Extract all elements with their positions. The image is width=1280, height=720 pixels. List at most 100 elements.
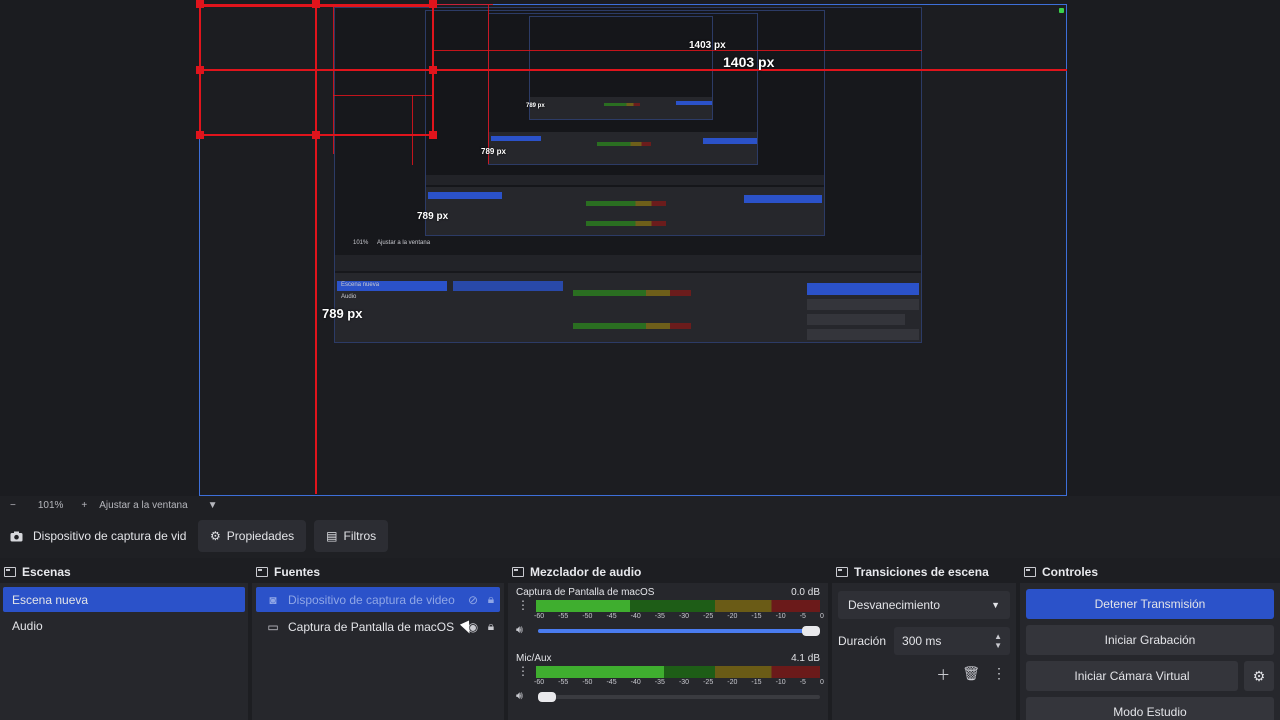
zoom-out-button[interactable]: − <box>10 500 16 511</box>
filters-button[interactable]: ▤ Filtros <box>314 520 389 552</box>
duration-spinbox[interactable]: 300 ms ▲ ▼ <box>894 627 1010 655</box>
start-virtual-camera-button[interactable]: Iniciar Cámara Virtual <box>1026 661 1238 691</box>
channel-db: 0.0 dB <box>791 587 820 598</box>
resize-handle[interactable] <box>429 66 437 74</box>
fit-window-button[interactable]: Ajustar a la ventana <box>99 500 187 511</box>
resize-handle[interactable] <box>312 0 320 8</box>
dock-icon[interactable] <box>256 567 268 577</box>
controls-title: Controles <box>1042 565 1099 579</box>
nested-meter <box>586 221 666 226</box>
obs-window: Escena nueva Audio 101% Ajustar a la ven… <box>0 0 1280 720</box>
zoom-level: 101% <box>37 499 64 511</box>
scene-label: Audio <box>12 618 43 633</box>
width-measure-label: 1403 px <box>723 54 775 70</box>
guide-line <box>333 4 334 154</box>
volume-slider[interactable] <box>537 625 820 636</box>
channel-name: Captura de Pantalla de macOS <box>516 587 655 598</box>
scene-item[interactable]: Audio <box>3 613 245 638</box>
properties-button[interactable]: ⚙ Propiedades <box>198 520 307 552</box>
nested-source-toolbar <box>335 255 921 271</box>
add-icon[interactable]: ＋ <box>936 665 950 685</box>
preview-canvas[interactable]: Escena nueva Audio 101% Ajustar a la ven… <box>199 4 1067 496</box>
sources-dock: Fuentes ◙ Dispositivo de captura de vide… <box>252 561 504 720</box>
resize-handle[interactable] <box>312 131 320 139</box>
controls-dock: Controles Detener Transmisión Iniciar Gr… <box>1020 561 1280 720</box>
speaker-icon[interactable]: 🔊︎ <box>516 624 532 637</box>
scene-item[interactable]: Escena nueva <box>3 587 245 612</box>
scenes-dock-title: Escenas <box>0 561 248 583</box>
tick-label: -50 <box>582 679 593 686</box>
speaker-icon[interactable]: 🔊︎ <box>516 690 532 703</box>
nested-control-button <box>807 329 919 340</box>
start-recording-button[interactable]: Iniciar Grabación <box>1026 625 1274 655</box>
slider-fill <box>537 628 820 633</box>
slider-thumb[interactable] <box>537 691 556 702</box>
dock-icon[interactable] <box>512 567 524 577</box>
nested-meter <box>573 323 691 329</box>
kebab-menu-icon[interactable]: ⋮ <box>992 665 1006 685</box>
mixer-channel: Mic/Aux 4.1 dB ⋮ -60 -55 -50 -45 -40 -35 -30 -2… <box>508 649 828 703</box>
nested-source-selected <box>453 281 563 291</box>
transitions-dock-title: Transiciones de escena <box>832 561 1016 583</box>
meter-level <box>535 666 664 678</box>
nested-scene-selected <box>428 192 502 199</box>
dock-icon[interactable] <box>1024 567 1036 577</box>
duration-label: Duración <box>838 634 887 648</box>
tick-label: -30 <box>678 613 690 620</box>
nested-meter <box>573 290 691 296</box>
lock-icon[interactable]: 🔒︎ <box>482 592 500 607</box>
source-item[interactable]: ◙ Dispositivo de captura de video ⊘ 🔒︎ <box>256 587 500 612</box>
tick-label: -40 <box>630 613 641 620</box>
guide-line <box>333 95 433 96</box>
selected-source: Dispositivo de captura de vid <box>10 529 190 543</box>
transition-selected: Desvanecimiento <box>848 598 941 612</box>
tick-label: -40 <box>630 679 641 686</box>
spin-arrows-icon[interactable]: ▲ ▼ <box>994 632 1002 650</box>
filters-icon: ▤ <box>326 529 338 543</box>
guide-line <box>315 4 317 494</box>
tick-label: -5 <box>799 613 806 620</box>
tick-label: -60 <box>534 613 545 620</box>
nested-scene-selected <box>491 136 541 141</box>
studio-mode-button[interactable]: Modo Estudio <box>1026 697 1274 720</box>
trash-icon[interactable]: 🗑︎ <box>962 665 980 685</box>
virtual-camera-settings-button[interactable]: ⚙ <box>1244 661 1274 691</box>
canvas-corner-marker <box>1059 8 1064 13</box>
nested-zoom-label: 101% <box>353 240 369 246</box>
tick-label: -15 <box>751 679 762 686</box>
volume-slider[interactable] <box>537 691 820 702</box>
slider-thumb[interactable] <box>802 625 820 636</box>
resize-handle[interactable] <box>196 131 204 139</box>
source-label: Captura de Pantalla de macOS <box>288 619 455 634</box>
dock-icon[interactable] <box>4 567 16 577</box>
eye-hidden-icon[interactable]: ⊘ <box>464 593 482 607</box>
transitions-dock: Transiciones de escena Desvanecimiento ▼… <box>832 561 1016 720</box>
zoom-in-button[interactable]: + <box>81 500 87 511</box>
tick-label: -55 <box>558 613 569 620</box>
transition-select[interactable]: Desvanecimiento ▼ <box>838 591 1010 619</box>
chevron-down-icon: ▼ <box>991 600 1000 610</box>
lock-icon[interactable]: 🔒︎ <box>482 619 500 634</box>
resize-handle[interactable] <box>429 0 437 8</box>
scenes-dock: Escenas Escena nueva Audio <box>0 561 248 720</box>
resize-handle[interactable] <box>196 0 204 8</box>
resize-handle[interactable] <box>196 66 204 74</box>
height-measure-label: 789 px <box>417 211 449 222</box>
scene-label: Escena nueva <box>12 592 89 607</box>
channel-name: Mic/Aux <box>516 653 552 664</box>
kebab-menu-icon[interactable]: ⋮ <box>516 599 530 611</box>
guide-line <box>433 4 493 5</box>
kebab-menu-icon[interactable]: ⋮ <box>516 665 530 677</box>
nested-source-toolbar <box>426 175 824 185</box>
nested-scene-label: Escena nueva <box>341 282 380 288</box>
source-toolbar: Dispositivo de captura de vid ⚙ Propieda… <box>0 514 1280 558</box>
nested-stop-button <box>744 195 822 203</box>
volume-meter <box>535 600 820 612</box>
dock-icon[interactable] <box>836 567 848 577</box>
audio-mixer-dock: Mezclador de audio Captura de Pantalla d… <box>508 561 828 720</box>
nested-meter <box>586 201 666 206</box>
zoom-menu-button[interactable]: ▼ <box>208 500 218 511</box>
resize-handle[interactable] <box>429 131 437 139</box>
stop-streaming-button[interactable]: Detener Transmisión <box>1026 589 1274 619</box>
properties-label: Propiedades <box>226 529 295 543</box>
